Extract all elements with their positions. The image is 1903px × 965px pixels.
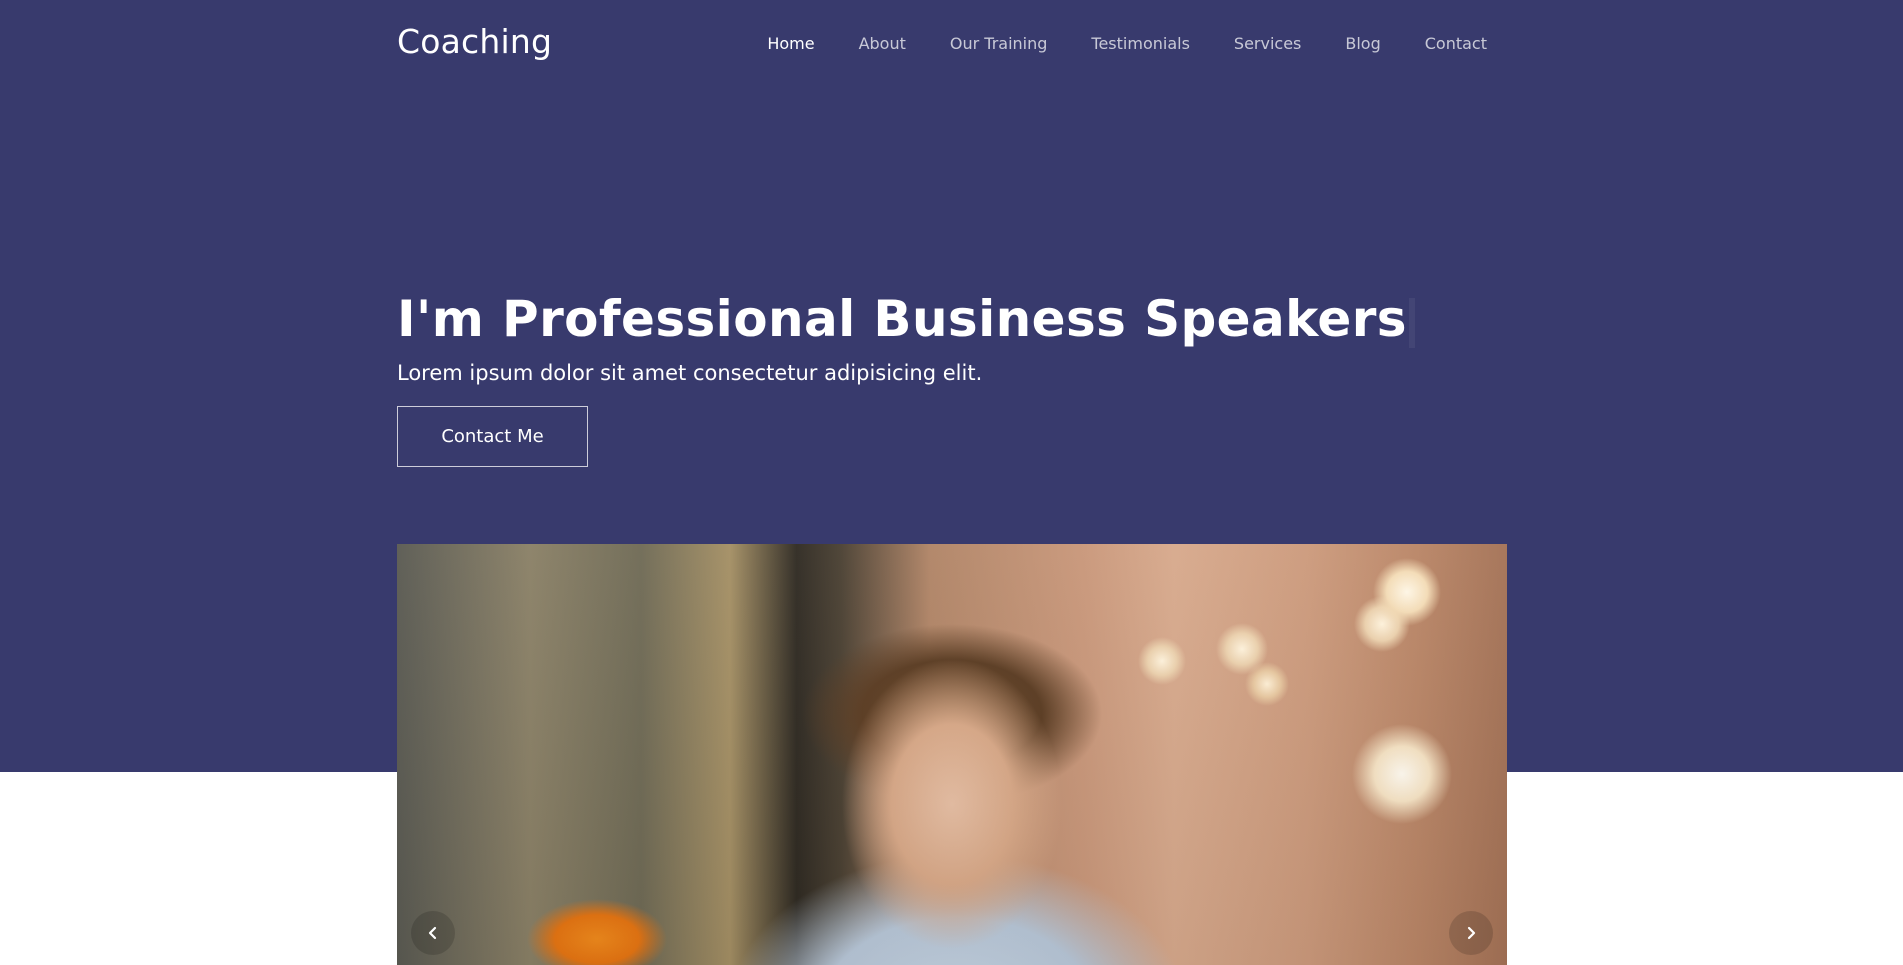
image-slider (397, 544, 1507, 965)
typing-cursor (1408, 297, 1415, 348)
slider-prev-button[interactable] (411, 911, 455, 955)
nav-item-home[interactable]: Home (767, 34, 814, 53)
nav-item-blog[interactable]: Blog (1345, 34, 1380, 53)
nav-menu: Home About Our Training Testimonials Ser… (723, 34, 1487, 53)
chevron-right-icon (1467, 926, 1476, 940)
hero-title-text: I'm Professional Business Speakers (397, 290, 1407, 348)
photo-overlay (397, 544, 1507, 965)
contact-me-button[interactable]: Contact Me (397, 406, 588, 467)
chevron-left-icon (428, 926, 437, 940)
site-logo[interactable]: Coaching (397, 22, 552, 61)
hero-title: I'm Professional Business Speakers (397, 290, 1415, 348)
slider-next-button[interactable] (1449, 911, 1493, 955)
nav-item-testimonials[interactable]: Testimonials (1091, 34, 1190, 53)
hero-subtitle: Lorem ipsum dolor sit amet consectetur a… (397, 361, 983, 385)
nav-item-about[interactable]: About (859, 34, 906, 53)
nav-item-services[interactable]: Services (1234, 34, 1301, 53)
nav-item-our-training[interactable]: Our Training (950, 34, 1048, 53)
nav-item-contact[interactable]: Contact (1425, 34, 1487, 53)
navbar: Coaching Home About Our Training Testimo… (397, 0, 1507, 88)
